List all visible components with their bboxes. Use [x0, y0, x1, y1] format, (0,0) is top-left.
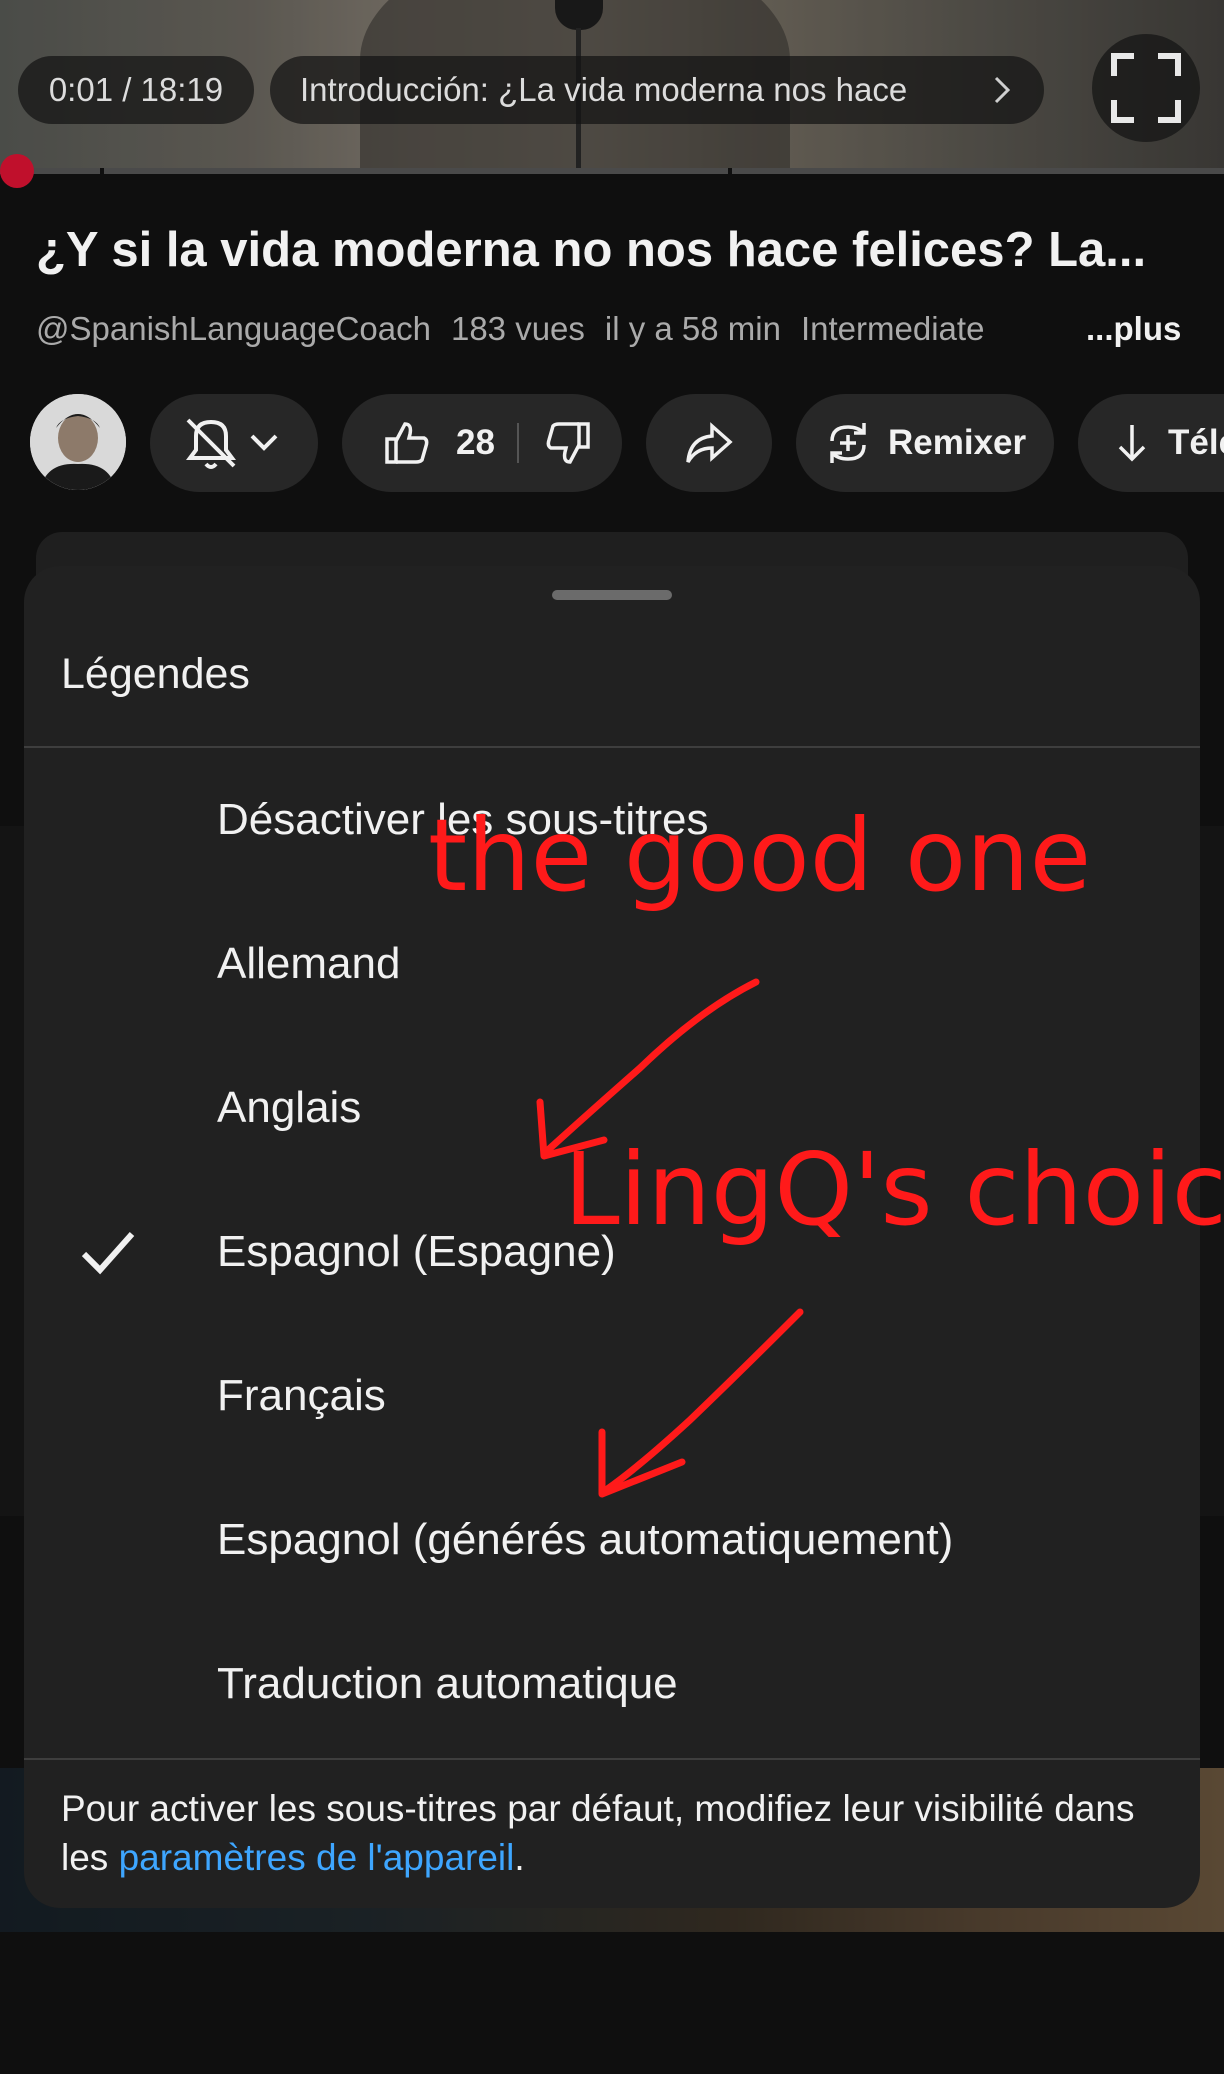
caption-option-off[interactable]: Désactiver les sous-titres: [24, 748, 1200, 892]
caption-option-spanish-spain[interactable]: Espagnol (Espagne): [24, 1180, 1200, 1324]
sheet-title: Légendes: [61, 650, 250, 698]
caption-option-auto-translate[interactable]: Traduction automatique: [24, 1612, 1200, 1756]
video-time: 0:01 / 18:19: [18, 56, 254, 124]
bell-off-icon: [186, 418, 278, 469]
sheet-drag-handle[interactable]: [552, 590, 672, 600]
channel-handle[interactable]: @SpanishLanguageCoach: [36, 310, 431, 348]
action-bar: 28 Remixer Tél: [0, 394, 1224, 492]
caption-option-german[interactable]: Allemand: [24, 892, 1200, 1036]
progress-scrubber[interactable]: [0, 154, 34, 188]
share-icon: [686, 422, 733, 463]
device-settings-link[interactable]: paramètres de l'appareil: [119, 1837, 515, 1878]
chapter-button[interactable]: Introducción: ¿La vida moderna nos hace: [270, 56, 1044, 124]
download-button[interactable]: Télé: [1078, 394, 1224, 492]
video-meta[interactable]: @SpanishLanguageCoach 183 vues il y a 58…: [36, 310, 1182, 348]
remix-icon: [830, 423, 866, 463]
upload-age: il y a 58 min: [604, 310, 781, 347]
remix-label: Remixer: [888, 423, 1027, 462]
avatar-image: [30, 394, 126, 490]
share-button[interactable]: [646, 394, 772, 492]
caption-option-english[interactable]: Anglais: [24, 1036, 1200, 1180]
like-count: 28: [456, 423, 495, 462]
caption-option-label: Désactiver les sous-titres: [217, 795, 709, 844]
avatar[interactable]: [30, 394, 126, 490]
caption-option-label: Espagnol (Espagne): [217, 1227, 616, 1276]
caption-option-label: Allemand: [217, 939, 401, 988]
caption-option-label: Français: [217, 1371, 386, 1420]
download-icon: [1118, 425, 1146, 462]
chevron-right-icon: [994, 76, 1011, 104]
captions-footer: Pour activer les sous-titres par défaut,…: [61, 1784, 1171, 1882]
footer-end: .: [514, 1837, 525, 1878]
view-count: 183 vues: [450, 310, 585, 347]
like-divider: [516, 423, 519, 463]
caption-option-label: Espagnol (générés automatiquement): [217, 1515, 954, 1564]
thumbs-up-icon[interactable]: [384, 420, 430, 466]
like-dislike-group: 28: [342, 394, 622, 492]
notification-bell-button[interactable]: [150, 394, 318, 492]
checkmark-icon: [81, 1232, 135, 1275]
thumbs-down-icon[interactable]: [545, 420, 591, 466]
caption-option-spanish-auto[interactable]: Espagnol (générés automatiquement): [24, 1468, 1200, 1612]
chapter-marker: [728, 168, 732, 174]
video-player[interactable]: 0:01 / 18:19 Introducción: ¿La vida mode…: [0, 0, 1224, 172]
video-time-text: 0:01 / 18:19: [48, 71, 224, 108]
fullscreen-button[interactable]: [1092, 34, 1200, 142]
fullscreen-icon: [1111, 53, 1181, 123]
video-tag: Intermediate: [800, 310, 985, 347]
chapter-title: Introducción: ¿La vida moderna nos hace: [300, 71, 908, 108]
caption-option-french[interactable]: Français: [24, 1324, 1200, 1468]
more-button[interactable]: ...plus: [1078, 310, 1182, 348]
caption-option-label: Anglais: [217, 1083, 362, 1132]
divider: [24, 1758, 1200, 1760]
captions-sheet: Légendes Désactiver les sous-titres Alle…: [24, 566, 1200, 1908]
caption-option-label: Traduction automatique: [217, 1659, 678, 1708]
remix-button[interactable]: Remixer: [796, 394, 1054, 492]
chapter-marker: [100, 168, 104, 174]
download-label: Télé: [1168, 423, 1224, 462]
video-title[interactable]: ¿Y si la vida moderna no nos hace felice…: [36, 222, 1146, 278]
progress-bar[interactable]: [0, 168, 1224, 174]
